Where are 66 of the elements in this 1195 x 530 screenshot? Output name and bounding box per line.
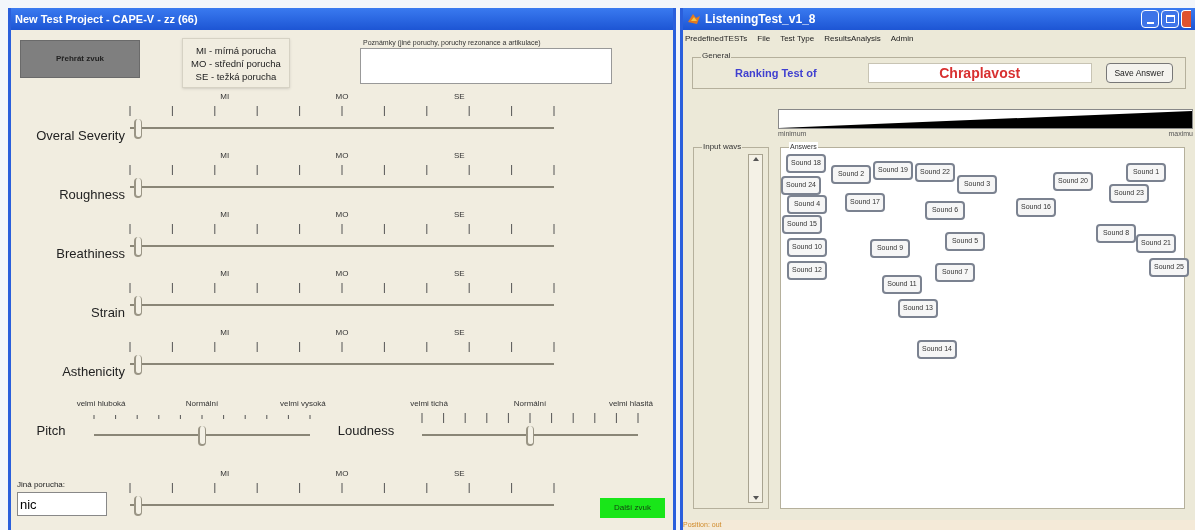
menu-item[interactable]: ResultsAnalysis: [824, 33, 881, 45]
legend-text: MO - střední porucha: [191, 56, 281, 70]
scale-label: Normální: [513, 398, 547, 410]
loudness-label: Loudness: [337, 422, 395, 440]
window-title: ListeningTest_v1_8: [705, 11, 816, 28]
slider-thumb[interactable]: [134, 355, 142, 375]
play-sound-button[interactable]: Přehrát zvuk: [20, 40, 140, 78]
next-sound-button[interactable]: Další zvuk: [600, 498, 665, 518]
legend-text: MI - mírná porucha: [195, 43, 277, 57]
scale-label: velmi hlasitá: [608, 398, 653, 410]
window-title: New Test Project - CAPE-V - zz (66): [15, 11, 198, 27]
menu-item[interactable]: File: [757, 33, 771, 45]
rating-label: Strain: [91, 303, 125, 322]
close-icon[interactable]: [1181, 10, 1191, 28]
other-disorder-field[interactable]: nic: [17, 492, 107, 516]
scale-label: velmi hluboká: [76, 398, 126, 410]
scale-label: SE: [453, 327, 465, 339]
scale-label: MO: [335, 91, 349, 103]
menu-item[interactable]: Test Type: [780, 33, 815, 45]
other-disorder-label: Jiná porucha:: [17, 479, 67, 491]
legend-text: SE - težká porucha: [195, 69, 277, 83]
rating-label: Roughness: [59, 185, 125, 204]
scale-label: velmi tichá: [410, 398, 448, 410]
attribute-field[interactable]: Chraplavost: [867, 63, 1092, 83]
slider-thumb[interactable]: [134, 496, 142, 516]
notes-field[interactable]: [360, 48, 612, 84]
scale-label: MI: [220, 468, 230, 480]
scroll-down-icon[interactable]: [751, 494, 760, 502]
slider-thumb[interactable]: [134, 237, 142, 257]
maximize-icon[interactable]: [1161, 10, 1179, 28]
menu-item[interactable]: PredefinedTESTs: [685, 33, 748, 45]
scale-label: Normální: [185, 398, 219, 410]
scale-label: MI: [220, 268, 230, 280]
scale-label: SE: [453, 209, 465, 221]
group-legend: General: [701, 51, 732, 61]
pitch-label: Pitch: [36, 422, 66, 440]
scale-label: MI: [220, 150, 230, 162]
scale-label: MO: [335, 209, 349, 221]
save-answer-button[interactable]: Save Answer: [1105, 63, 1173, 83]
minimize-icon[interactable]: [1141, 10, 1159, 28]
rating-label: Asthenicity: [62, 362, 125, 381]
scale-label: SE: [453, 150, 465, 162]
scale-label: MO: [335, 327, 349, 339]
scale-label: MO: [335, 268, 349, 280]
rating-label: Overal Severity: [36, 126, 125, 145]
scale-label: SE: [453, 268, 465, 280]
scroll-up-icon[interactable]: [751, 155, 760, 163]
scale-label: MI: [220, 327, 230, 339]
slider-thumb[interactable]: [198, 426, 206, 446]
scale-label: SE: [453, 91, 465, 103]
scrollbar[interactable]: [748, 154, 763, 503]
scale-label: SE: [453, 468, 465, 480]
menu-item[interactable]: Admin: [890, 33, 914, 45]
ranking-label: Ranking Test of: [735, 65, 817, 81]
scale-label: MI: [220, 91, 230, 103]
scale-label: MO: [335, 468, 349, 480]
slider-thumb[interactable]: [134, 296, 142, 316]
scale-label: velmi vysoká: [280, 398, 326, 410]
slider-thumb[interactable]: [134, 178, 142, 198]
scale-label: MO: [335, 150, 349, 162]
slider-thumb[interactable]: [134, 119, 142, 139]
app-icon: [687, 12, 701, 26]
group-legend: Input wavs: [702, 142, 743, 152]
scale-label: MI: [220, 209, 230, 221]
rating-label: Breathiness: [56, 244, 125, 263]
slider-thumb[interactable]: [526, 426, 534, 446]
